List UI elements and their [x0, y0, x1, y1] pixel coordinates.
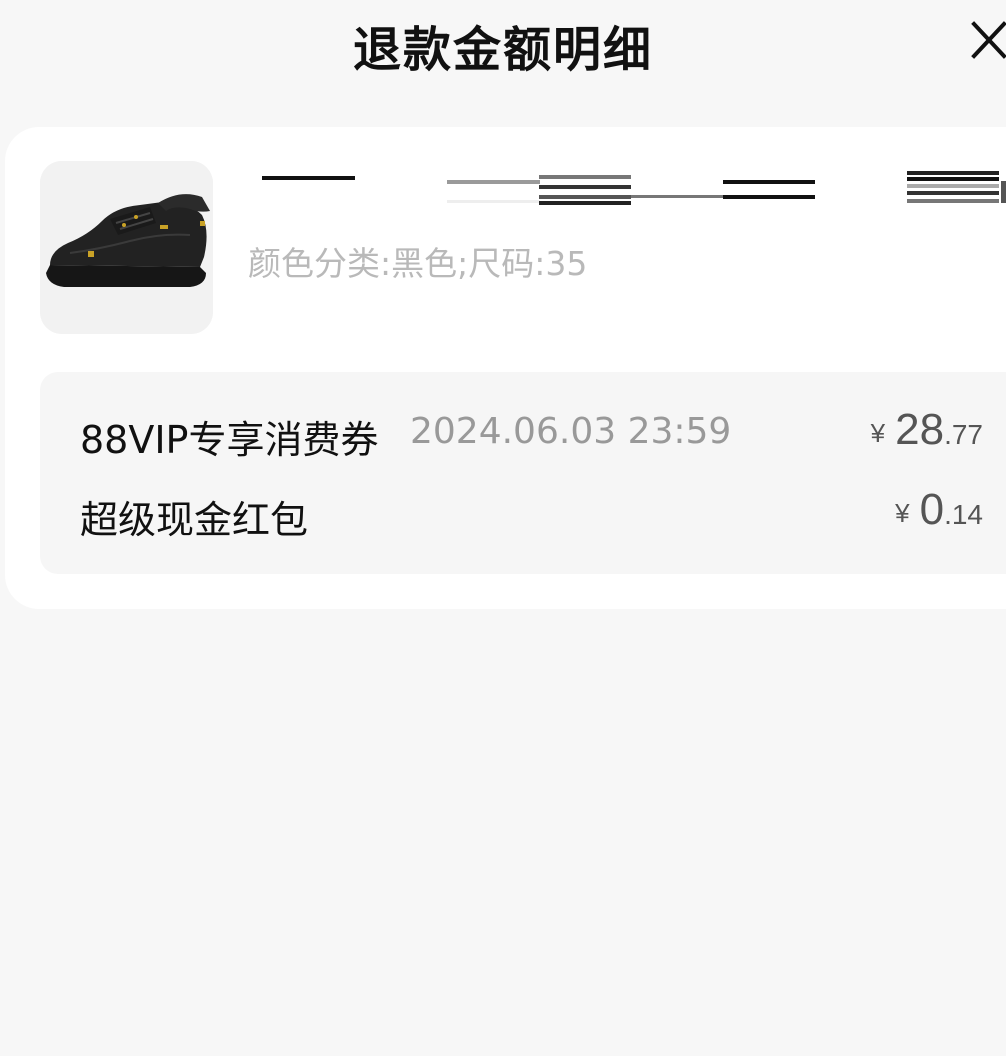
header: 退款金额明细 — [0, 0, 1006, 90]
discount-row: 88VIP专享消费券 2024.06.03 23:59 ¥28.77 — [80, 405, 1006, 465]
discount-expiry-date: 2024.06.03 23:59 — [410, 411, 732, 452]
discount-amount: ¥28.77 — [871, 405, 983, 455]
refund-item-card: 颜色分类:黑色;尺码:35 88VIP专享消费券 2024.06.03 23:5… — [5, 127, 1006, 609]
product-spec: 颜色分类:黑色;尺码:35 — [248, 244, 588, 283]
discount-label: 88VIP专享消费券 — [80, 418, 379, 462]
discount-row: 超级现金红包 ¥0.14 — [80, 485, 1006, 545]
product-image[interactable] — [40, 161, 213, 334]
garbled-text-graphic — [262, 171, 1006, 205]
amount-integer: 0 — [919, 485, 945, 534]
amount-decimal: .77 — [944, 419, 983, 450]
currency-symbol: ¥ — [895, 498, 910, 528]
page-title: 退款金额明细 — [352, 22, 653, 78]
close-icon — [971, 21, 1006, 59]
amount-decimal: .14 — [944, 499, 983, 530]
close-button[interactable] — [966, 18, 1006, 62]
discount-label: 超级现金红包 — [80, 498, 309, 542]
discount-list: 88VIP专享消费券 2024.06.03 23:59 ¥28.77 超级现金红… — [40, 372, 1006, 574]
product-title-garbled — [245, 171, 1006, 211]
discount-amount: ¥0.14 — [895, 485, 983, 535]
currency-symbol: ¥ — [870, 418, 886, 448]
amount-integer: 28 — [895, 405, 945, 454]
sneaker-image — [40, 161, 213, 334]
